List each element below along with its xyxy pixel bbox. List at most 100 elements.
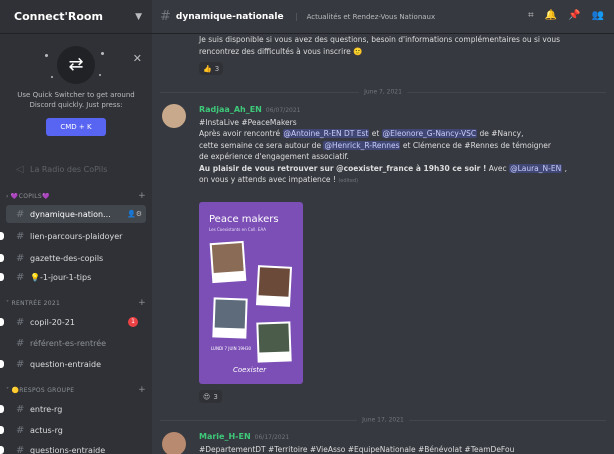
message-line: #DepartementDT #Territoire #VieAsso #Equ… <box>199 444 515 454</box>
header-toolbar: ⌗ 🔔 📌 👥 <box>528 10 604 21</box>
hash-icon: # <box>16 403 25 415</box>
portrait-photo <box>212 297 248 339</box>
hash-icon: # <box>16 208 25 220</box>
hash-icon: # <box>16 444 25 454</box>
unread-indicator <box>0 405 4 413</box>
channel-label: actus-rg <box>30 425 63 435</box>
unread-indicator <box>0 446 4 454</box>
quick-switcher-shortcut-button[interactable]: CMD + K <box>46 118 106 136</box>
invite-settings-icons[interactable]: 👤⚙ <box>127 210 142 218</box>
channel-gazette-des-copils[interactable]: # gazette-des-copils <box>0 249 146 267</box>
category-emoji-2: 💜 <box>41 192 50 200</box>
arrows-icon: ⇄ <box>57 46 95 84</box>
channel-lien-parcours-plaidoyer[interactable]: # lien-parcours-plaidoyer <box>0 227 146 245</box>
poster-title: Peace makers <box>209 214 279 225</box>
message-line: Après avoir rencontré @Antoine_R-EN DT E… <box>199 128 600 140</box>
avatar[interactable] <box>162 104 186 128</box>
date-label: June 17, 2021 <box>357 416 409 424</box>
reaction-thumbs-up[interactable]: 👍 3 <box>199 62 224 75</box>
pin-icon[interactable]: 📌 <box>568 10 580 21</box>
text-span: de #Nancy, <box>479 129 524 138</box>
voice-icon: ◁ <box>16 163 24 175</box>
channel-question-entraide[interactable]: # question-entraide <box>0 355 146 373</box>
category-emoji: 🟡 <box>11 386 20 394</box>
server-header[interactable]: Connect'Room ▼ <box>0 0 152 34</box>
poster-date: LUNDI 7 JUIN 19H30 <box>211 346 252 351</box>
channel-label: référent-es-rentrée <box>30 338 107 348</box>
poster-subtitle: Les Coexistants en Coll. EAA <box>209 227 267 232</box>
channel-label: -1-jour-1-tips <box>39 272 92 282</box>
edited-label: (edited) <box>338 178 359 184</box>
reaction-heart-eyes[interactable]: 😍 3 <box>199 390 222 403</box>
channel-label: copil-20-21 <box>30 317 75 327</box>
portrait-photo <box>255 265 293 307</box>
user-mention[interactable]: @Henrick_R-Rennes <box>323 140 401 150</box>
text-span: Après avoir rencontré <box>199 129 281 138</box>
category-respos-groupe[interactable]: ˅ 🟡 RESPOS GROUPE + <box>6 384 146 396</box>
image-attachment[interactable]: Peace makers Les Coexistants en Coll. EA… <box>199 202 303 384</box>
bell-icon[interactable]: 🔔 <box>545 10 557 21</box>
channel-1-jour-1-tips[interactable]: # 💡 -1-jour-1-tips <box>0 268 146 286</box>
bold-text: Au plaisir de vous retrouver sur @coexis… <box>199 163 487 173</box>
unread-indicator <box>0 232 4 240</box>
username[interactable]: Marie_H-EN <box>199 432 251 441</box>
previous-message-text: Je suis disponible si vous avez des ques… <box>199 35 561 56</box>
unread-indicator <box>0 360 4 368</box>
text-span: on vous y attends avec impatience ! <box>199 175 336 184</box>
user-mention[interactable]: @Eleonore_G-Nancy-VSC <box>381 129 478 138</box>
unread-indicator <box>0 318 4 326</box>
thumbs-up-icon: 👍 <box>203 64 212 73</box>
channel-label: La Radio des CoPils <box>30 164 108 174</box>
channel-entre-rg[interactable]: # entre-rg <box>0 400 146 418</box>
add-channel-icon[interactable]: + <box>138 385 146 395</box>
channel-questions-entraide[interactable]: # questions-entraide <box>0 441 146 454</box>
channel-la-radio[interactable]: ◁ La Radio des CoPils <box>6 160 146 178</box>
channel-actus-rg[interactable]: # actus-rg <box>0 421 146 439</box>
channel-sidebar: Connect'Room ▼ ✕ ⇄ Use Quick Switcher to… <box>0 0 152 454</box>
channel-referent-es-rentree[interactable]: # référent-es-rentrée <box>6 334 146 352</box>
channel-label: question-entraide <box>30 359 101 369</box>
text-span: et Clémence de #Rennes de témoigner <box>402 140 551 150</box>
hash-icon: # <box>16 230 25 242</box>
hash-icon: # <box>16 424 25 436</box>
lightbulb-icon: 💡 <box>30 272 40 282</box>
threads-icon[interactable]: ⌗ <box>528 10 534 21</box>
emoji-smile-icon: 🙂 <box>353 46 363 56</box>
category-label: COPILS <box>18 192 42 200</box>
channel-label: lien-parcours-plaidoyer <box>30 231 123 241</box>
category-label: RENTRÉE 2021 <box>11 299 61 307</box>
unread-indicator <box>0 273 4 281</box>
channel-copil-20-21[interactable]: # copil-20-21 1 <box>0 313 146 331</box>
portrait-photo <box>256 321 292 363</box>
hash-icon: # <box>16 358 25 370</box>
channel-topic[interactable]: Actualités et Rendez-Vous Nationaux <box>295 12 435 21</box>
message-list: Je suis disponible si vous avez des ques… <box>152 34 614 454</box>
server-name: Connect'Room <box>14 10 103 23</box>
reaction-count: 3 <box>214 64 220 73</box>
close-icon[interactable]: ✕ <box>133 52 142 65</box>
timestamp: 06/17/2021 <box>254 434 290 441</box>
chevron-down-icon[interactable]: ▼ <box>135 12 142 22</box>
reaction-count: 3 <box>213 392 218 401</box>
add-channel-icon[interactable]: + <box>138 298 146 308</box>
members-icon[interactable]: 👥 <box>592 10 604 21</box>
hash-icon: # <box>16 316 25 328</box>
user-mention[interactable]: @Antoine_R-EN DT Est <box>282 129 370 138</box>
add-channel-icon[interactable]: + <box>138 191 146 201</box>
poster-logo: Coexister <box>233 366 267 374</box>
username[interactable]: Radjaa_Ah_EN <box>199 105 262 114</box>
quick-switcher-tip: ✕ ⇄ Use Quick Switcher to get around Dis… <box>0 46 152 171</box>
category-copils[interactable]: › 💜 COPILS 💜 + <box>6 190 146 202</box>
message-line: #InstaLive #PeaceMakers <box>199 117 297 127</box>
hash-icon: # <box>16 252 25 264</box>
hash-icon: # <box>160 9 171 24</box>
hash-icon: # <box>16 271 25 283</box>
user-mention[interactable]: @Laura_N-EN <box>509 163 563 173</box>
avatar[interactable] <box>162 432 186 454</box>
message-text: Radjaa_Ah_EN 06/07/2021 #InstaLive #Peace… <box>199 104 600 188</box>
category-rentree-2021[interactable]: ˅ RENTRÉE 2021 + <box>6 297 146 309</box>
channel-label: questions-entraide <box>30 445 106 454</box>
channel-dynamique-nationale[interactable]: # dynamique-nation... 👤⚙ <box>6 205 146 223</box>
category-label: RESPOS GROUPE <box>19 386 75 394</box>
hash-icon: # <box>16 337 25 349</box>
